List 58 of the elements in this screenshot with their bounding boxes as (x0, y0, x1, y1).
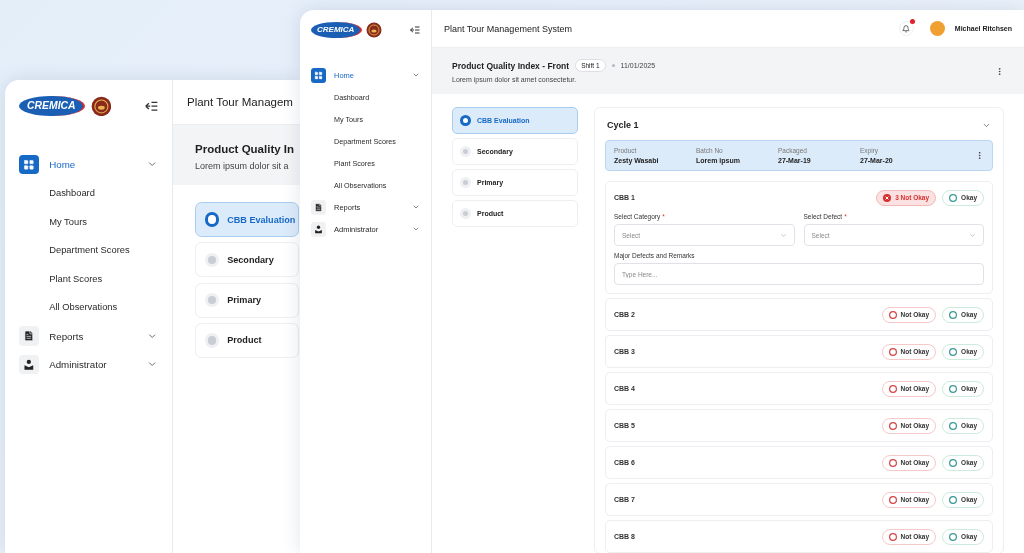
circle-icon (888, 458, 897, 467)
circle-icon (949, 458, 958, 467)
grid-icon (314, 70, 323, 80)
step-tab[interactable]: CBB Evaluation (195, 202, 299, 238)
nav-label: Administrator (49, 359, 107, 371)
circle-icon (949, 495, 958, 504)
nav-subitem[interactable]: Plant Scores (49, 273, 103, 284)
circle-icon (888, 384, 897, 393)
grid-icon (23, 158, 35, 171)
more-icon[interactable] (975, 151, 984, 160)
nav-item[interactable]: Reports (19, 321, 158, 351)
chevron-down-icon (779, 231, 787, 239)
round-logo-icon (366, 22, 383, 38)
chevron-down-icon[interactable] (412, 71, 420, 79)
person-icon (23, 358, 35, 371)
circle-icon (888, 532, 897, 541)
circle-icon (949, 193, 958, 202)
bell-icon (902, 24, 911, 33)
circle-icon (888, 310, 897, 319)
circle-icon (949, 310, 958, 319)
brand-logo: CREMICA (311, 22, 363, 38)
avatar[interactable] (929, 21, 945, 36)
x-circle-icon (883, 193, 892, 202)
cycle-title: Cycle 1 (607, 120, 639, 130)
nav-subitem[interactable]: My Tours (49, 216, 87, 227)
circle-icon (949, 421, 958, 430)
nav-subitem[interactable]: All Observations (49, 302, 118, 313)
document-icon (314, 202, 323, 212)
person-icon (314, 224, 323, 234)
page-title: Product Quality Index - Front (452, 60, 570, 71)
step-tab[interactable]: Product (195, 322, 299, 358)
circle-icon (949, 384, 958, 393)
step-tab[interactable]: Primary (195, 282, 299, 318)
step-tab[interactable]: Secondary (195, 242, 299, 278)
round-logo-icon (90, 95, 112, 117)
brand-logo: CREMICA (19, 95, 86, 117)
nav-label: Home (49, 159, 76, 170)
chevron-down-icon (969, 231, 976, 239)
nav-label: Reports (49, 330, 84, 342)
circle-icon (888, 495, 897, 504)
collapse-sidebar-icon[interactable] (410, 26, 420, 34)
collapse-sidebar-icon[interactable] (144, 100, 158, 112)
app-title: Plant Tour Managem (187, 96, 293, 108)
nav-subitem[interactable]: Dashboard (49, 188, 95, 199)
nav-item[interactable]: Home (19, 150, 158, 179)
circle-icon (949, 347, 958, 356)
document-icon (23, 330, 35, 342)
circle-icon (949, 532, 958, 541)
circle-icon (888, 347, 897, 356)
nav-item[interactable]: Administrator (19, 350, 158, 379)
page-title: Product Quality In (195, 143, 295, 155)
chevron-down-icon[interactable] (412, 225, 420, 233)
app-title: Plant Tour Management System (444, 23, 572, 34)
nav-subitem[interactable]: Department Scores (49, 245, 130, 256)
chevron-down-icon[interactable] (412, 203, 420, 211)
more-icon[interactable] (995, 66, 1004, 76)
page-subtitle: Lorem ipsum dolor sit a (195, 161, 290, 171)
circle-icon (888, 421, 897, 430)
